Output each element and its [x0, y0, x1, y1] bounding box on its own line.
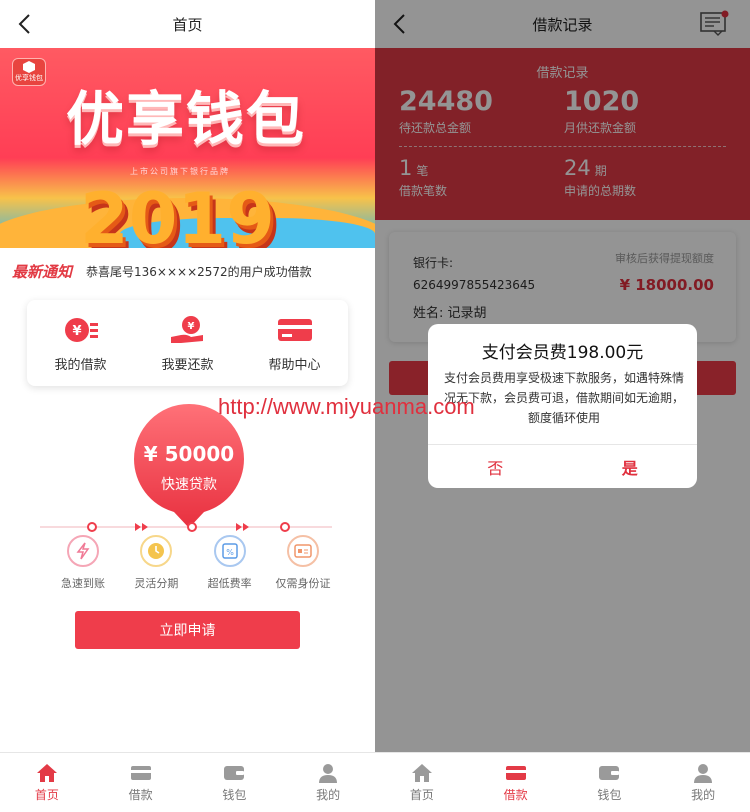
feature-label: 灵活分期 [134, 577, 179, 590]
svg-text:¥: ¥ [72, 324, 81, 339]
tab-wallet[interactable]: 钱包 [563, 753, 657, 812]
tab-loan[interactable]: 借款 [469, 753, 563, 812]
feature-low-rate: % 超低费率 [195, 535, 265, 591]
nav-bar: 首页 [0, 0, 375, 48]
wallet-card-icon [130, 762, 152, 784]
tab-label: 钱包 [222, 788, 247, 802]
rate-icon: % [213, 535, 246, 567]
brand-badge: 优享钱包 [12, 58, 46, 86]
tab-me[interactable]: 我的 [281, 753, 375, 812]
home-icon [36, 762, 58, 784]
tab-label: 借款 [128, 788, 153, 802]
tab-loan[interactable]: 借款 [94, 753, 188, 812]
svg-text:¥: ¥ [187, 321, 194, 332]
feature-list: 急速到账 灵活分期 % 超低费率 仅需身份证 [48, 535, 338, 591]
repay-button[interactable]: ¥ 我要还款 [143, 314, 233, 373]
lightning-icon [67, 535, 99, 567]
feature-label: 超低费率 [207, 577, 252, 590]
wallet-card-icon [505, 762, 527, 784]
tab-me[interactable]: 我的 [656, 753, 750, 812]
banner-year: 2019 [80, 178, 275, 248]
tab-home[interactable]: 首页 [375, 753, 469, 812]
banner-headline: 优享钱包 [66, 85, 307, 153]
tab-label: 借款 [503, 788, 528, 802]
feature-label: 仅需身份证 [275, 577, 331, 590]
apply-now-button[interactable]: 立即申请 [75, 611, 300, 649]
tab-label: 钱包 [597, 788, 622, 802]
feature-fast: 急速到账 [48, 535, 118, 591]
tab-label: 首页 [34, 788, 59, 802]
help-center-button[interactable]: 帮助中心 [250, 314, 340, 373]
page-title: 首页 [172, 15, 203, 34]
watermark: http://www.miyuanma.com [218, 394, 475, 419]
dialog-no-button[interactable]: 否 [428, 445, 563, 488]
feature-installment: 灵活分期 [121, 535, 191, 591]
user-icon [317, 762, 339, 784]
tab-label: 我的 [691, 788, 716, 802]
clock-icon [140, 535, 173, 567]
action-label: 我的借款 [54, 357, 107, 373]
action-label: 我要还款 [161, 357, 214, 373]
dialog-message: 支付会员费用享受极速下款服务，如遇特殊情况无下款，会员费可退，借款期间如无逾期，… [444, 371, 685, 425]
notice-tag: 最新通知 [12, 262, 73, 281]
my-loans-button[interactable]: ¥ 我的借款 [36, 314, 126, 373]
loan-yen-icon: ¥ [61, 314, 101, 346]
repay-hand-icon: ¥ [168, 314, 208, 346]
back-button[interactable] [10, 10, 38, 38]
chevron-left-icon [18, 14, 30, 34]
dialog-yes-button[interactable]: 是 [563, 445, 698, 488]
tab-label: 我的 [316, 788, 341, 802]
feature-timeline [40, 519, 332, 533]
notice-bar: 最新通知 恭喜尾号136××××2572的用户成功借款 [12, 258, 363, 284]
promo-banner[interactable]: 优享钱包 优享钱包 上市公司旗下银行品牌 2019 [0, 48, 375, 248]
quick-loan-bubble[interactable]: ¥ 50000 快速贷款 [134, 404, 244, 528]
dialog-actions: 否 是 [428, 444, 697, 488]
banner-subline: 上市公司旗下银行品牌 [130, 167, 230, 176]
logo-icon [23, 61, 35, 73]
dialog-title: 支付会员费198.00元 [481, 343, 644, 363]
action-label: 帮助中心 [268, 357, 321, 373]
notice-message: 恭喜尾号136××××2572的用户成功借款 [86, 264, 312, 279]
quick-actions-card: ¥ 我的借款 ¥ 我要还款 帮助中心 [27, 300, 348, 386]
card-icon [275, 314, 315, 346]
tab-home[interactable]: 首页 [0, 753, 94, 812]
tab-bar: 首页 借款 钱包 我的 [375, 752, 750, 812]
feature-label: 急速到账 [61, 577, 105, 590]
loan-label: 快速贷款 [161, 477, 217, 493]
wallet-icon [223, 762, 245, 784]
svg-text:%: % [226, 548, 234, 557]
tab-wallet[interactable]: 钱包 [188, 753, 282, 812]
tab-label: 首页 [409, 788, 434, 802]
user-icon [692, 762, 714, 784]
feature-id-only: 仅需身份证 [268, 535, 338, 591]
id-card-icon [286, 535, 319, 567]
wallet-icon [598, 762, 620, 784]
tab-bar: 首页 借款 钱包 我的 [0, 752, 375, 812]
loan-amount: ¥ 50000 [143, 442, 235, 466]
home-icon [411, 762, 433, 784]
